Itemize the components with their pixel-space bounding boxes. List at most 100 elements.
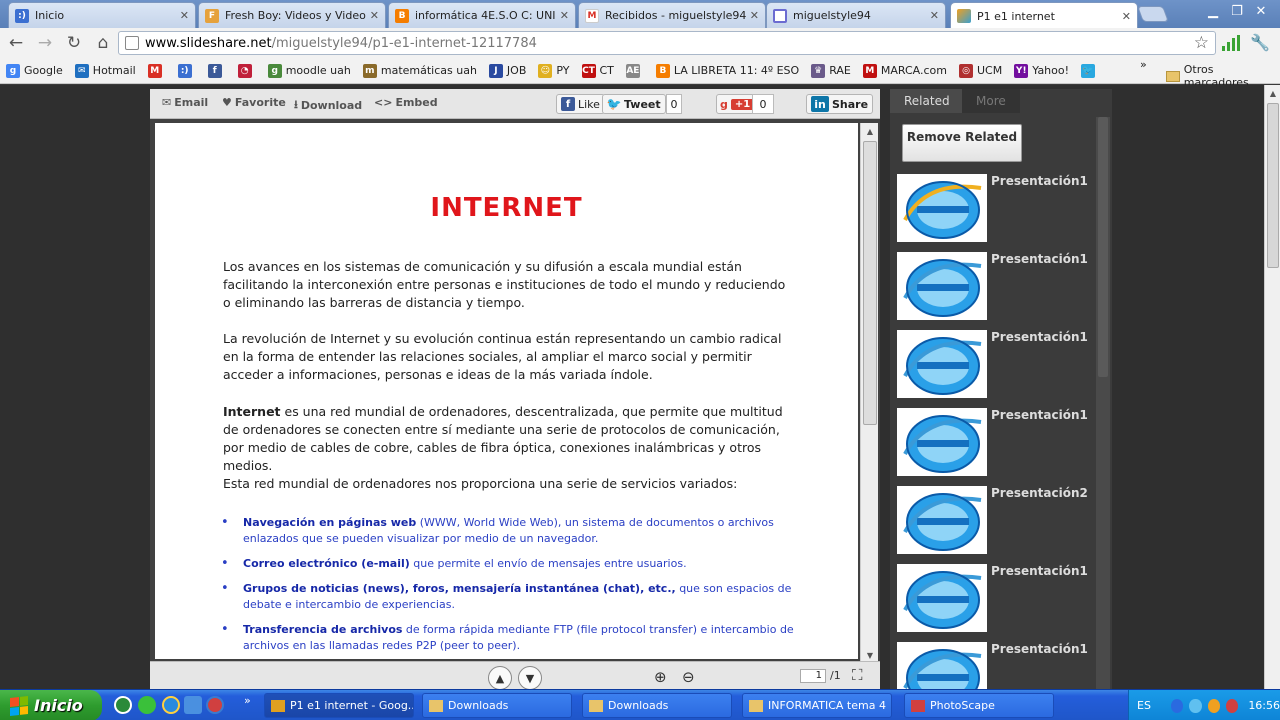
tweet-button[interactable]: 🐦 Tweet bbox=[602, 94, 666, 114]
more-quicklaunch-icon[interactable]: » bbox=[244, 694, 251, 707]
tray-app-icon[interactable] bbox=[1207, 698, 1220, 713]
taskbar-button[interactable]: INFORMATICA tema 4 bbox=[742, 693, 892, 718]
start-button[interactable]: Inicio bbox=[0, 690, 102, 720]
address-bar[interactable]: www.slideshare.net/miguelstyle94/p1-e1-i… bbox=[118, 31, 1216, 55]
related-item[interactable]: Presentación1 bbox=[897, 330, 1097, 400]
extension-signal-icon[interactable] bbox=[1222, 34, 1241, 51]
remove-related-button[interactable]: Remove Related bbox=[902, 124, 1022, 162]
close-window-icon[interactable]: ✕ bbox=[1250, 2, 1272, 20]
related-title[interactable]: Presentación1 bbox=[991, 252, 1088, 266]
scrollbar-thumb[interactable] bbox=[1098, 117, 1108, 377]
security-shield-icon[interactable] bbox=[1225, 698, 1239, 713]
close-icon[interactable]: ✕ bbox=[560, 9, 569, 22]
bookmark-item[interactable]: AE bbox=[625, 63, 644, 78]
page-number-input[interactable]: 1 bbox=[800, 669, 826, 683]
related-thumbnail[interactable] bbox=[897, 564, 987, 632]
scrollbar-thumb[interactable] bbox=[863, 141, 877, 425]
zoom-in-icon[interactable]: ⊕ bbox=[654, 668, 667, 686]
taskbar-button[interactable]: P1 e1 internet - Goog... bbox=[264, 693, 414, 718]
linkedin-share-button[interactable]: in Share bbox=[806, 94, 874, 114]
tab-recibidos[interactable]: M Recibidos - miguelstyle94@gr ✕ bbox=[578, 2, 766, 28]
quicklaunch-app-icon[interactable] bbox=[184, 696, 202, 714]
bookmark-item[interactable]: J JOB bbox=[488, 63, 526, 78]
bookmark-item[interactable]: 🐦 bbox=[1081, 63, 1099, 78]
related-scrollbar[interactable] bbox=[1096, 117, 1110, 689]
internet-explorer-icon[interactable] bbox=[162, 696, 180, 714]
bookmark-item[interactable]: M MARCA.com bbox=[862, 63, 947, 78]
scrollbar-thumb[interactable] bbox=[1267, 103, 1279, 268]
minimize-icon[interactable]: ▁ bbox=[1202, 2, 1224, 20]
related-item[interactable]: Presentación2 bbox=[897, 486, 1097, 556]
back-arrow-tray-icon[interactable] bbox=[1170, 698, 1184, 713]
related-thumbnail[interactable] bbox=[897, 330, 987, 398]
bookmark-item[interactable]: B LA LIBRETA 11: 4º ESO bbox=[655, 63, 799, 78]
utorrent-icon[interactable] bbox=[114, 696, 132, 714]
tab-p1-e1-internet[interactable]: P1 e1 internet ✕ bbox=[950, 2, 1138, 29]
tab-informatica[interactable]: B informática 4E.S.O C: UNIDA ✕ bbox=[388, 2, 576, 28]
bookmark-item[interactable]: CT CT bbox=[581, 63, 614, 78]
related-title[interactable]: Presentación2 bbox=[991, 486, 1088, 500]
reload-icon[interactable]: ↻ bbox=[61, 30, 87, 56]
related-title[interactable]: Presentación1 bbox=[991, 642, 1088, 656]
related-title[interactable]: Presentación1 bbox=[991, 408, 1088, 422]
bookmark-star-icon[interactable]: ☆ bbox=[1194, 33, 1209, 53]
bookmark-item[interactable]: ✉ Hotmail bbox=[74, 63, 136, 78]
related-item[interactable]: Presentación1 bbox=[897, 174, 1097, 244]
messenger-icon[interactable] bbox=[138, 696, 156, 714]
bookmark-item[interactable]: m matemáticas uah bbox=[362, 63, 477, 78]
previous-slide-button[interactable]: ▲ bbox=[488, 666, 512, 690]
taskbar-button[interactable]: Downloads bbox=[582, 693, 732, 718]
bookmark-item[interactable]: g Google bbox=[6, 63, 63, 78]
forward-arrow-icon[interactable]: → bbox=[32, 30, 58, 56]
embed-button[interactable]: <> Embed bbox=[374, 96, 438, 109]
scroll-up-icon[interactable]: ▲ bbox=[1265, 85, 1280, 101]
email-button[interactable]: ✉ Email bbox=[162, 96, 208, 109]
home-icon[interactable]: ⌂ bbox=[90, 30, 116, 56]
bookmark-item[interactable]: ◔ bbox=[237, 63, 256, 78]
tab-miguelstyle94[interactable]: miguelstyle94 ✕ bbox=[766, 2, 946, 28]
related-thumbnail[interactable] bbox=[897, 486, 987, 554]
bookmark-item[interactable]: ◎ UCM bbox=[959, 63, 1002, 78]
taskbar-button[interactable]: PhotoScape bbox=[904, 693, 1054, 718]
close-icon[interactable]: ✕ bbox=[370, 9, 379, 22]
related-item[interactable]: Presentación1 bbox=[897, 408, 1097, 478]
download-button[interactable]: ⭳ Download bbox=[294, 96, 362, 115]
related-title[interactable]: Presentación1 bbox=[991, 330, 1088, 344]
page-scrollbar[interactable]: ▲ bbox=[1264, 85, 1280, 689]
fullscreen-icon[interactable]: ⛶ bbox=[852, 666, 863, 684]
slide-scrollbar[interactable]: ▲ ▼ bbox=[860, 123, 878, 663]
quicklaunch-app-icon[interactable] bbox=[206, 696, 224, 714]
related-item[interactable]: Presentación1 bbox=[897, 564, 1097, 634]
tab-fresh-boy[interactable]: F Fresh Boy: Videos y Videoclip ✕ bbox=[198, 2, 386, 28]
bookmark-item[interactable]: M bbox=[147, 63, 166, 78]
restore-icon[interactable]: ❐ bbox=[1226, 2, 1248, 20]
network-icon[interactable] bbox=[1189, 698, 1202, 713]
related-thumbnail[interactable] bbox=[897, 408, 987, 476]
related-thumbnail[interactable] bbox=[897, 174, 987, 242]
related-item[interactable]: Presentación1 bbox=[897, 252, 1097, 322]
favorite-button[interactable]: ♥ Favorite bbox=[222, 96, 286, 109]
bookmarks-overflow-chevron[interactable]: » bbox=[1140, 58, 1147, 71]
back-arrow-icon[interactable]: ← bbox=[3, 30, 29, 56]
tab-inicio[interactable]: :) Inicio ✕ bbox=[8, 2, 196, 28]
next-slide-button[interactable]: ▼ bbox=[518, 666, 542, 690]
new-tab-button[interactable] bbox=[1137, 6, 1169, 22]
tab-related[interactable]: Related bbox=[890, 89, 964, 113]
bookmark-item[interactable]: f bbox=[207, 63, 226, 78]
taskbar-button[interactable]: Downloads bbox=[422, 693, 572, 718]
bookmark-item[interactable]: :) bbox=[177, 63, 196, 78]
zoom-out-icon[interactable]: ⊖ bbox=[682, 668, 695, 686]
bookmark-item[interactable]: Y! Yahoo! bbox=[1014, 63, 1069, 78]
bookmark-item[interactable]: g moodle uah bbox=[267, 63, 351, 78]
language-indicator[interactable]: ES bbox=[1137, 699, 1151, 712]
facebook-like-button[interactable]: f Like bbox=[556, 94, 605, 114]
related-title[interactable]: Presentación1 bbox=[991, 564, 1088, 578]
close-icon[interactable]: ✕ bbox=[930, 9, 939, 22]
close-icon[interactable]: ✕ bbox=[180, 9, 189, 22]
close-icon[interactable]: ✕ bbox=[1122, 10, 1131, 23]
related-title[interactable]: Presentación1 bbox=[991, 174, 1088, 188]
bookmark-item[interactable]: ♛ RAE bbox=[811, 63, 851, 78]
close-icon[interactable]: ✕ bbox=[750, 9, 759, 22]
tab-more[interactable]: More bbox=[962, 89, 1020, 113]
related-thumbnail[interactable] bbox=[897, 252, 987, 320]
